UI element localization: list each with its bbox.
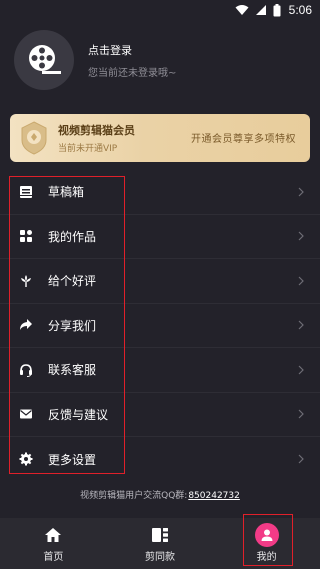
community-prefix: 视频剪辑猫用户交流QQ群: — [80, 491, 188, 501]
share-arrow-icon — [15, 314, 37, 336]
menu-item-customer-service[interactable]: 联系客服 — [0, 348, 320, 393]
vip-status: 当前未开通VIP — [58, 144, 118, 154]
works-grid-icon — [15, 225, 37, 247]
envelope-icon — [15, 403, 37, 425]
menu-label: 给个好评 — [48, 274, 97, 289]
menu-item-share[interactable]: 分享我们 — [0, 304, 320, 348]
menu-label: 反馈与建议 — [48, 407, 109, 422]
menu-item-feedback[interactable]: 反馈与建议 — [0, 393, 320, 437]
menu-item-more-settings[interactable]: 更多设置 — [0, 437, 320, 482]
home-icon — [44, 525, 62, 545]
tab-home[interactable]: 首页 — [0, 518, 107, 569]
status-time: 5:06 — [288, 3, 312, 17]
chevron-right-icon — [298, 454, 304, 464]
flower-like-icon — [15, 270, 37, 292]
bottom-tab-bar: 首页 剪同款 我的 — [0, 518, 320, 569]
template-icon — [151, 525, 169, 545]
user-profile-icon — [254, 522, 279, 547]
vip-title: 视频剪辑猫会员 — [58, 124, 135, 137]
vip-banner[interactable]: 视频剪辑猫会员 当前未开通VIP 开通会员尊享多项特权 — [10, 114, 310, 162]
community-info: 视频剪辑猫用户交流QQ群:850242732 — [0, 488, 320, 501]
menu-item-my-works[interactable]: 我的作品 — [0, 215, 320, 259]
wifi-icon — [235, 5, 249, 15]
headset-icon — [15, 359, 37, 381]
drafts-icon — [15, 181, 37, 203]
menu-label: 分享我们 — [48, 318, 97, 333]
menu-label: 草稿箱 — [48, 185, 85, 200]
tab-mine[interactable]: 我的 — [213, 518, 320, 569]
vip-badge-icon — [14, 114, 54, 162]
menu-label: 联系客服 — [48, 363, 97, 378]
avatar[interactable] — [14, 30, 74, 90]
settings-gear-icon — [15, 448, 37, 470]
chevron-right-icon — [298, 320, 304, 330]
menu-label: 我的作品 — [48, 229, 97, 244]
login-subtitle: 您当前还未登录哦~ — [88, 67, 177, 79]
vip-cta[interactable]: 开通会员尊享多项特权 — [191, 130, 296, 145]
profile-header[interactable]: 点击登录 您当前还未登录哦~ — [14, 30, 306, 90]
settings-menu: 草稿箱 我的作品 给个好评 分享我们 联系客服 反馈与建议 更多设置 — [0, 170, 320, 482]
chevron-right-icon — [298, 231, 304, 241]
tab-label: 剪同款 — [145, 551, 175, 563]
chevron-right-icon — [298, 365, 304, 375]
qq-group-number[interactable]: 850242732 — [188, 491, 240, 501]
menu-item-drafts[interactable]: 草稿箱 — [0, 170, 320, 215]
battery-icon — [273, 3, 281, 16]
status-bar: 5:06 — [0, 0, 320, 20]
tab-label: 首页 — [43, 551, 64, 563]
menu-label: 更多设置 — [48, 452, 97, 467]
chevron-right-icon — [298, 187, 304, 197]
tab-label: 我的 — [256, 551, 277, 563]
chevron-right-icon — [298, 276, 304, 286]
cellular-signal-icon — [255, 5, 266, 15]
film-reel-icon — [29, 45, 61, 74]
tab-template[interactable]: 剪同款 — [107, 518, 214, 569]
menu-item-rate-us[interactable]: 给个好评 — [0, 259, 320, 304]
login-title[interactable]: 点击登录 — [88, 42, 176, 58]
tab-mine-icon-wrap — [254, 522, 279, 547]
chevron-right-icon — [298, 409, 304, 419]
